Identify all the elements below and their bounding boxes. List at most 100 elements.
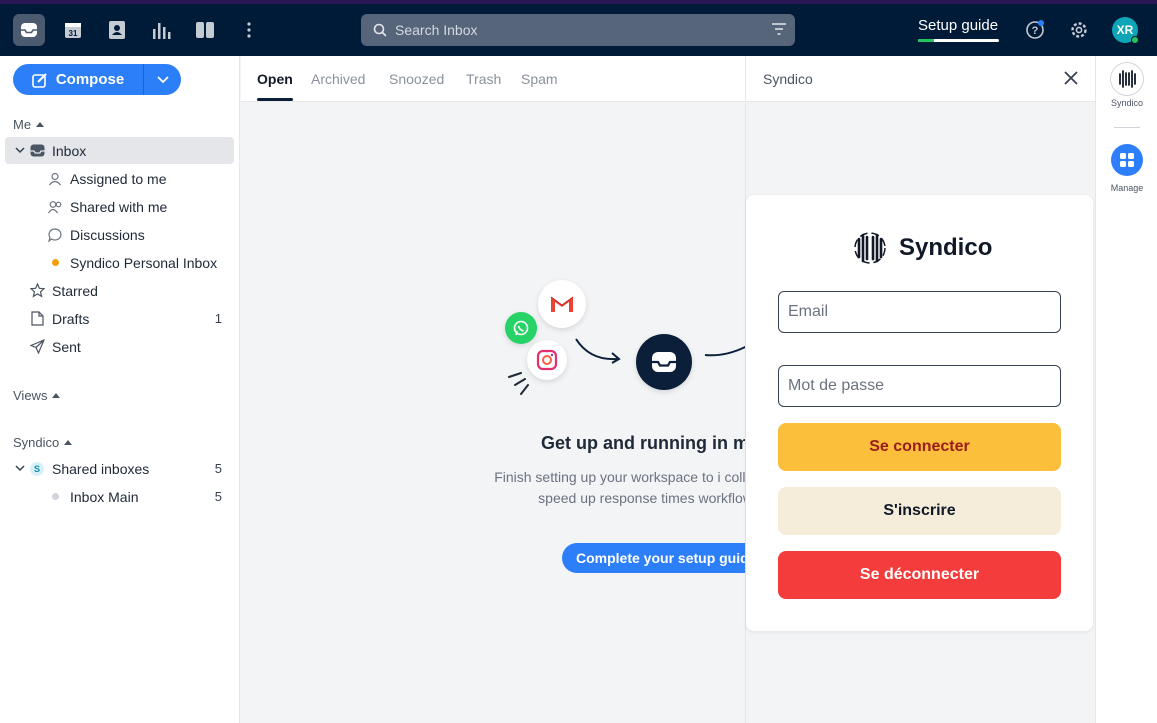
active-tab-indicator bbox=[257, 98, 293, 101]
empty-state: Get up and running in mi Finish setting … bbox=[241, 103, 745, 723]
collapse-icon bbox=[36, 122, 45, 127]
collapse-icon bbox=[52, 393, 61, 398]
email-field[interactable] bbox=[778, 291, 1061, 333]
syndico-section-header[interactable]: Syndico bbox=[13, 435, 73, 450]
gear-icon[interactable] bbox=[1063, 14, 1095, 46]
shared-inboxes-count: 5 bbox=[214, 461, 222, 476]
chevron-down-icon bbox=[156, 75, 169, 83]
chevron-down-icon[interactable] bbox=[12, 143, 28, 159]
syndico-app-icon[interactable] bbox=[1111, 63, 1143, 95]
tab-trash[interactable]: Trash bbox=[466, 71, 501, 87]
inbox-app-icon[interactable] bbox=[13, 14, 45, 46]
tab-snoozed[interactable]: Snoozed bbox=[389, 71, 444, 87]
sidebar-item-discussions[interactable]: Discussions bbox=[5, 221, 234, 248]
sidebar-item-inbox[interactable]: Inbox bbox=[5, 137, 234, 164]
tab-open[interactable]: Open bbox=[257, 71, 293, 87]
sidebar: Compose Me Inbox Assigned to me Shared w… bbox=[0, 56, 240, 723]
analytics-icon[interactable] bbox=[145, 14, 177, 46]
svg-text:31: 31 bbox=[69, 29, 78, 38]
compose-label: Compose bbox=[55, 71, 125, 88]
svg-text:?: ? bbox=[1032, 25, 1039, 37]
avatar[interactable]: XR bbox=[1112, 17, 1139, 44]
views-section-header[interactable]: Views bbox=[13, 388, 61, 403]
empty-state-description: Finish setting up your workspace to i co… bbox=[494, 469, 745, 506]
login-card: Syndico Se connecter S'inscrire Se décon… bbox=[746, 195, 1093, 631]
me-header-label: Me bbox=[13, 117, 32, 132]
syndico-logo-icon bbox=[854, 232, 886, 264]
whatsapp-icon bbox=[505, 312, 537, 344]
logout-button[interactable]: Se déconnecter bbox=[778, 551, 1061, 599]
syndico-header-label: Syndico bbox=[13, 435, 60, 450]
sidebar-item-label: Drafts bbox=[52, 310, 90, 327]
rail-divider bbox=[1114, 127, 1140, 128]
search-icon bbox=[373, 23, 387, 37]
more-icon[interactable] bbox=[233, 14, 265, 46]
manage-apps-icon[interactable] bbox=[1111, 144, 1143, 176]
sidebar-item-label: Shared with me bbox=[70, 198, 168, 215]
help-icon[interactable]: ? bbox=[1019, 14, 1051, 46]
sidebar-item-label: Inbox Main bbox=[70, 488, 139, 505]
panel-title: Syndico bbox=[763, 71, 813, 87]
sidebar-item-syndico-personal-inbox[interactable]: Syndico Personal Inbox bbox=[5, 249, 234, 276]
tab-archived[interactable]: Archived bbox=[311, 71, 365, 87]
inbox-icon bbox=[29, 143, 45, 159]
brand-name: Syndico bbox=[899, 234, 993, 261]
sidebar-item-drafts[interactable]: Drafts 1 bbox=[5, 305, 234, 332]
compose-options-button[interactable] bbox=[144, 64, 181, 95]
views-header-label: Views bbox=[13, 388, 48, 403]
avatar-initials: XR bbox=[1116, 23, 1134, 37]
star-icon bbox=[29, 283, 45, 299]
compose-icon bbox=[32, 72, 47, 88]
compose-button-group: Compose bbox=[13, 64, 181, 95]
inbox-main-count: 5 bbox=[214, 489, 222, 504]
search-input[interactable]: Search Inbox bbox=[395, 22, 478, 38]
me-section-header[interactable]: Me bbox=[13, 117, 45, 132]
sidebar-item-starred[interactable]: Starred bbox=[5, 277, 234, 304]
sidebar-item-label: Assigned to me bbox=[70, 170, 167, 187]
filter-icon[interactable] bbox=[771, 22, 787, 36]
contacts-icon[interactable] bbox=[101, 14, 133, 46]
setup-progress-fill bbox=[918, 39, 935, 42]
syndico-brand: Syndico bbox=[853, 231, 992, 265]
search-bar[interactable]: Search Inbox bbox=[361, 14, 795, 46]
sidebar-item-shared[interactable]: Shared with me bbox=[5, 193, 234, 220]
login-button[interactable]: Se connecter bbox=[778, 423, 1061, 471]
team-badge-icon: S bbox=[29, 461, 45, 477]
syndico-panel-header: Syndico bbox=[745, 56, 1095, 102]
complete-setup-button[interactable]: Complete your setup guid bbox=[562, 543, 745, 573]
front-app-icon bbox=[636, 334, 692, 390]
sidebar-item-label: Inbox bbox=[52, 142, 87, 159]
arrow-icon bbox=[575, 338, 621, 364]
signup-button[interactable]: S'inscrire bbox=[778, 487, 1061, 535]
sidebar-item-shared-inboxes[interactable]: S Shared inboxes 5 bbox=[5, 455, 234, 482]
collapse-icon bbox=[64, 440, 73, 445]
status-dot-icon bbox=[47, 255, 63, 271]
draft-icon bbox=[29, 311, 45, 327]
compose-button[interactable]: Compose bbox=[13, 64, 144, 95]
calendar-icon[interactable]: 31 bbox=[57, 14, 89, 46]
setup-guide[interactable]: Setup guide bbox=[918, 17, 1000, 47]
sidebar-item-assigned[interactable]: Assigned to me bbox=[5, 165, 234, 192]
close-icon[interactable] bbox=[1063, 70, 1079, 86]
sidebar-item-label: Syndico Personal Inbox bbox=[70, 254, 218, 271]
drafts-count: 1 bbox=[214, 311, 222, 326]
status-dot-icon bbox=[47, 489, 63, 505]
sidebar-item-inbox-main[interactable]: Inbox Main 5 bbox=[5, 483, 234, 510]
app-rail: Syndico Manage bbox=[1095, 56, 1157, 723]
sidebar-item-label: Discussions bbox=[70, 226, 145, 243]
assigned-user-icon bbox=[47, 171, 63, 187]
rail-app-label: Syndico bbox=[1110, 98, 1144, 108]
online-status-dot bbox=[1131, 36, 1139, 44]
manage-label: Manage bbox=[1110, 183, 1144, 193]
arrow-icon bbox=[704, 345, 745, 357]
split-view-icon[interactable] bbox=[189, 14, 221, 46]
tab-spam[interactable]: Spam bbox=[521, 71, 558, 87]
inbox-tabs: Open Archived Snoozed Trash Spam bbox=[241, 56, 745, 102]
sidebar-item-sent[interactable]: Sent bbox=[5, 333, 234, 360]
empty-state-title: Get up and running in mi bbox=[541, 433, 745, 453]
setup-progress-bar bbox=[918, 39, 999, 42]
password-field[interactable] bbox=[778, 365, 1061, 407]
chevron-down-icon[interactable] bbox=[12, 461, 28, 477]
sidebar-item-label: Shared inboxes bbox=[52, 460, 150, 477]
gmail-icon bbox=[538, 280, 586, 328]
